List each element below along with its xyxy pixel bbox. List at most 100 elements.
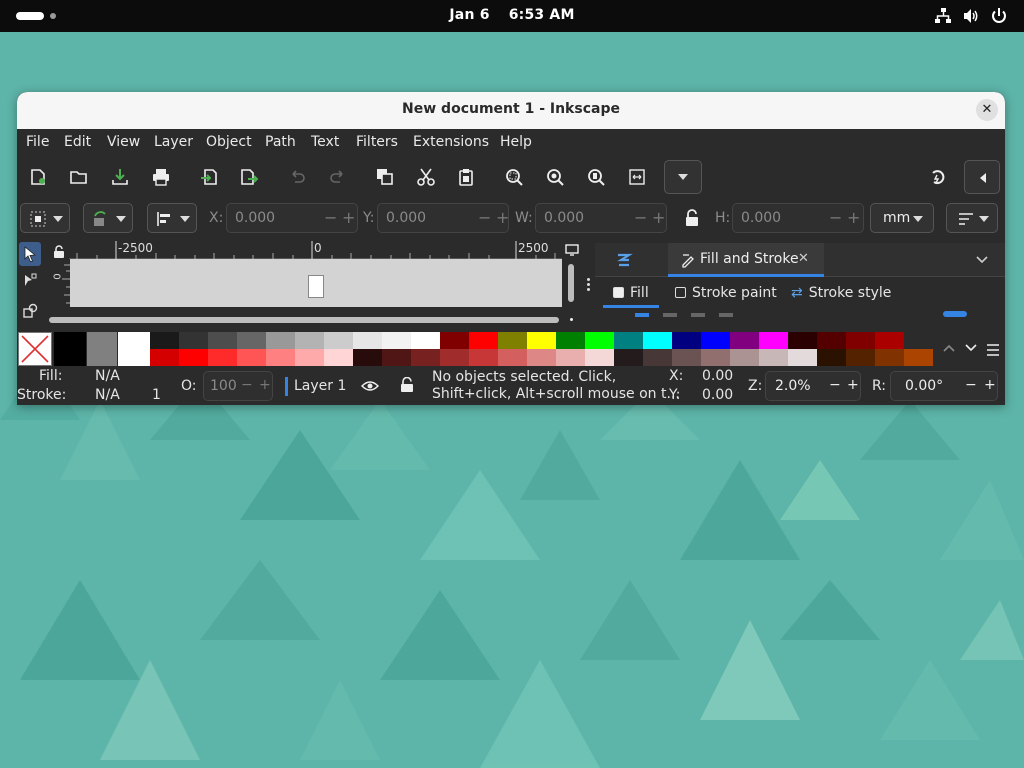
color-swatch[interactable] bbox=[266, 332, 295, 349]
color-swatch[interactable] bbox=[382, 349, 411, 366]
snap-icon[interactable] bbox=[928, 167, 948, 187]
color-swatch[interactable] bbox=[179, 332, 208, 349]
menu-path[interactable]: Path bbox=[265, 134, 296, 150]
palette-scroll-up-icon[interactable] bbox=[942, 343, 956, 353]
zoom-field[interactable]: 2.0% − + bbox=[765, 371, 861, 401]
display-mode-icon[interactable] bbox=[565, 244, 579, 256]
color-swatch[interactable] bbox=[150, 349, 179, 366]
zoom-drawing-icon[interactable] bbox=[545, 167, 565, 187]
color-swatch[interactable] bbox=[469, 332, 498, 349]
layer-lock-icon[interactable] bbox=[400, 377, 414, 393]
color-swatch[interactable] bbox=[266, 349, 295, 366]
color-swatch[interactable] bbox=[353, 332, 382, 349]
subtab-stroke-style[interactable]: ⇄ Stroke style bbox=[791, 285, 891, 301]
color-swatch[interactable] bbox=[672, 349, 701, 366]
y-increment[interactable]: + bbox=[496, 208, 509, 227]
stroke-value[interactable]: N/A bbox=[95, 387, 120, 403]
subtab-fill[interactable]: Fill bbox=[613, 285, 649, 301]
color-swatch[interactable] bbox=[295, 332, 324, 349]
new-document-icon[interactable] bbox=[28, 167, 48, 187]
color-swatch[interactable] bbox=[469, 349, 498, 366]
zoom-page-icon[interactable] bbox=[586, 167, 606, 187]
opacity-field[interactable]: 100 − + bbox=[203, 371, 273, 401]
color-swatch[interactable] bbox=[817, 349, 846, 366]
fill-value[interactable]: N/A bbox=[95, 368, 120, 384]
color-swatch[interactable] bbox=[556, 332, 585, 349]
horizontal-scrollbar[interactable] bbox=[49, 317, 559, 323]
select-all-dropdown[interactable] bbox=[20, 203, 70, 233]
clock[interactable]: Jan 6 6:53 AM bbox=[0, 7, 1024, 23]
color-swatch[interactable] bbox=[353, 349, 382, 366]
color-swatch[interactable] bbox=[527, 349, 556, 366]
chevron-down-icon[interactable] bbox=[975, 253, 989, 267]
color-swatch[interactable] bbox=[614, 332, 643, 349]
subtab-stroke-paint[interactable]: Stroke paint bbox=[675, 285, 777, 301]
color-swatch[interactable] bbox=[527, 332, 556, 349]
color-swatch[interactable] bbox=[701, 349, 730, 366]
ruler-lock-icon[interactable] bbox=[53, 245, 65, 259]
drawing-canvas[interactable] bbox=[70, 259, 562, 307]
duplicate-icon[interactable] bbox=[375, 167, 395, 187]
no-paint-swatch[interactable] bbox=[18, 332, 52, 366]
color-swatch[interactable] bbox=[237, 349, 266, 366]
menu-file[interactable]: File bbox=[26, 134, 49, 150]
color-swatch[interactable] bbox=[150, 332, 179, 349]
color-swatch[interactable] bbox=[643, 332, 672, 349]
current-layer[interactable]: Layer 1 bbox=[294, 378, 346, 394]
color-swatch[interactable] bbox=[86, 332, 118, 366]
menu-extensions[interactable]: Extensions bbox=[413, 134, 489, 150]
color-swatch[interactable] bbox=[440, 349, 469, 366]
rotation-field[interactable]: 0.00° − + bbox=[890, 371, 998, 401]
color-swatch[interactable] bbox=[118, 332, 150, 366]
open-icon[interactable] bbox=[69, 167, 89, 187]
color-swatch[interactable] bbox=[208, 349, 237, 366]
palette-scroll-down-icon[interactable] bbox=[964, 343, 978, 353]
window-close-button[interactable]: ✕ bbox=[976, 99, 998, 121]
tab-close-button[interactable]: ✕ bbox=[798, 251, 809, 266]
tab-fill-and-stroke[interactable]: Fill and Stroke ✕ bbox=[668, 243, 824, 277]
color-swatch[interactable] bbox=[498, 332, 527, 349]
color-swatch[interactable] bbox=[411, 349, 440, 366]
color-swatch[interactable] bbox=[817, 332, 846, 349]
color-swatch[interactable] bbox=[759, 332, 788, 349]
color-swatch[interactable] bbox=[730, 332, 759, 349]
menu-view[interactable]: View bbox=[107, 134, 140, 150]
paste-icon[interactable] bbox=[456, 167, 476, 187]
color-swatch[interactable] bbox=[440, 332, 469, 349]
color-swatch[interactable] bbox=[556, 349, 585, 366]
h-decrement[interactable]: − bbox=[829, 208, 842, 227]
w-increment[interactable]: + bbox=[652, 208, 665, 227]
w-decrement[interactable]: − bbox=[634, 208, 647, 227]
transform-dropdown[interactable] bbox=[83, 203, 133, 233]
menu-edit[interactable]: Edit bbox=[64, 134, 91, 150]
cut-icon[interactable] bbox=[416, 167, 436, 187]
volume-icon[interactable] bbox=[962, 7, 980, 25]
redo-icon[interactable] bbox=[328, 167, 348, 187]
menu-text[interactable]: Text bbox=[311, 134, 339, 150]
print-icon[interactable] bbox=[151, 167, 171, 187]
menu-layer[interactable]: Layer bbox=[154, 134, 193, 150]
color-swatch[interactable] bbox=[614, 349, 643, 366]
color-swatch[interactable] bbox=[498, 349, 527, 366]
color-swatch[interactable] bbox=[846, 332, 875, 349]
color-swatch[interactable] bbox=[324, 332, 353, 349]
align-dropdown[interactable] bbox=[147, 203, 197, 233]
undo-icon[interactable] bbox=[287, 167, 307, 187]
color-swatch[interactable] bbox=[904, 349, 933, 366]
lock-ratio-icon[interactable] bbox=[684, 209, 700, 227]
save-icon[interactable] bbox=[110, 167, 130, 187]
unit-dropdown[interactable]: mm bbox=[870, 203, 934, 233]
color-swatch[interactable] bbox=[585, 332, 614, 349]
color-swatch[interactable] bbox=[643, 349, 672, 366]
stroke-width-value[interactable]: 1 bbox=[152, 387, 161, 403]
vertical-scrollbar[interactable] bbox=[568, 264, 574, 302]
color-swatch[interactable] bbox=[788, 332, 817, 349]
color-swatch[interactable] bbox=[237, 332, 266, 349]
color-swatch[interactable] bbox=[179, 349, 208, 366]
collapse-toolbar-button[interactable] bbox=[964, 160, 1000, 194]
color-swatch[interactable] bbox=[295, 349, 324, 366]
transform-options-dropdown[interactable] bbox=[946, 203, 998, 233]
import-icon[interactable] bbox=[199, 167, 219, 187]
color-swatch[interactable] bbox=[759, 349, 788, 366]
window-titlebar[interactable]: New document 1 - Inkscape ✕ bbox=[17, 92, 1005, 129]
